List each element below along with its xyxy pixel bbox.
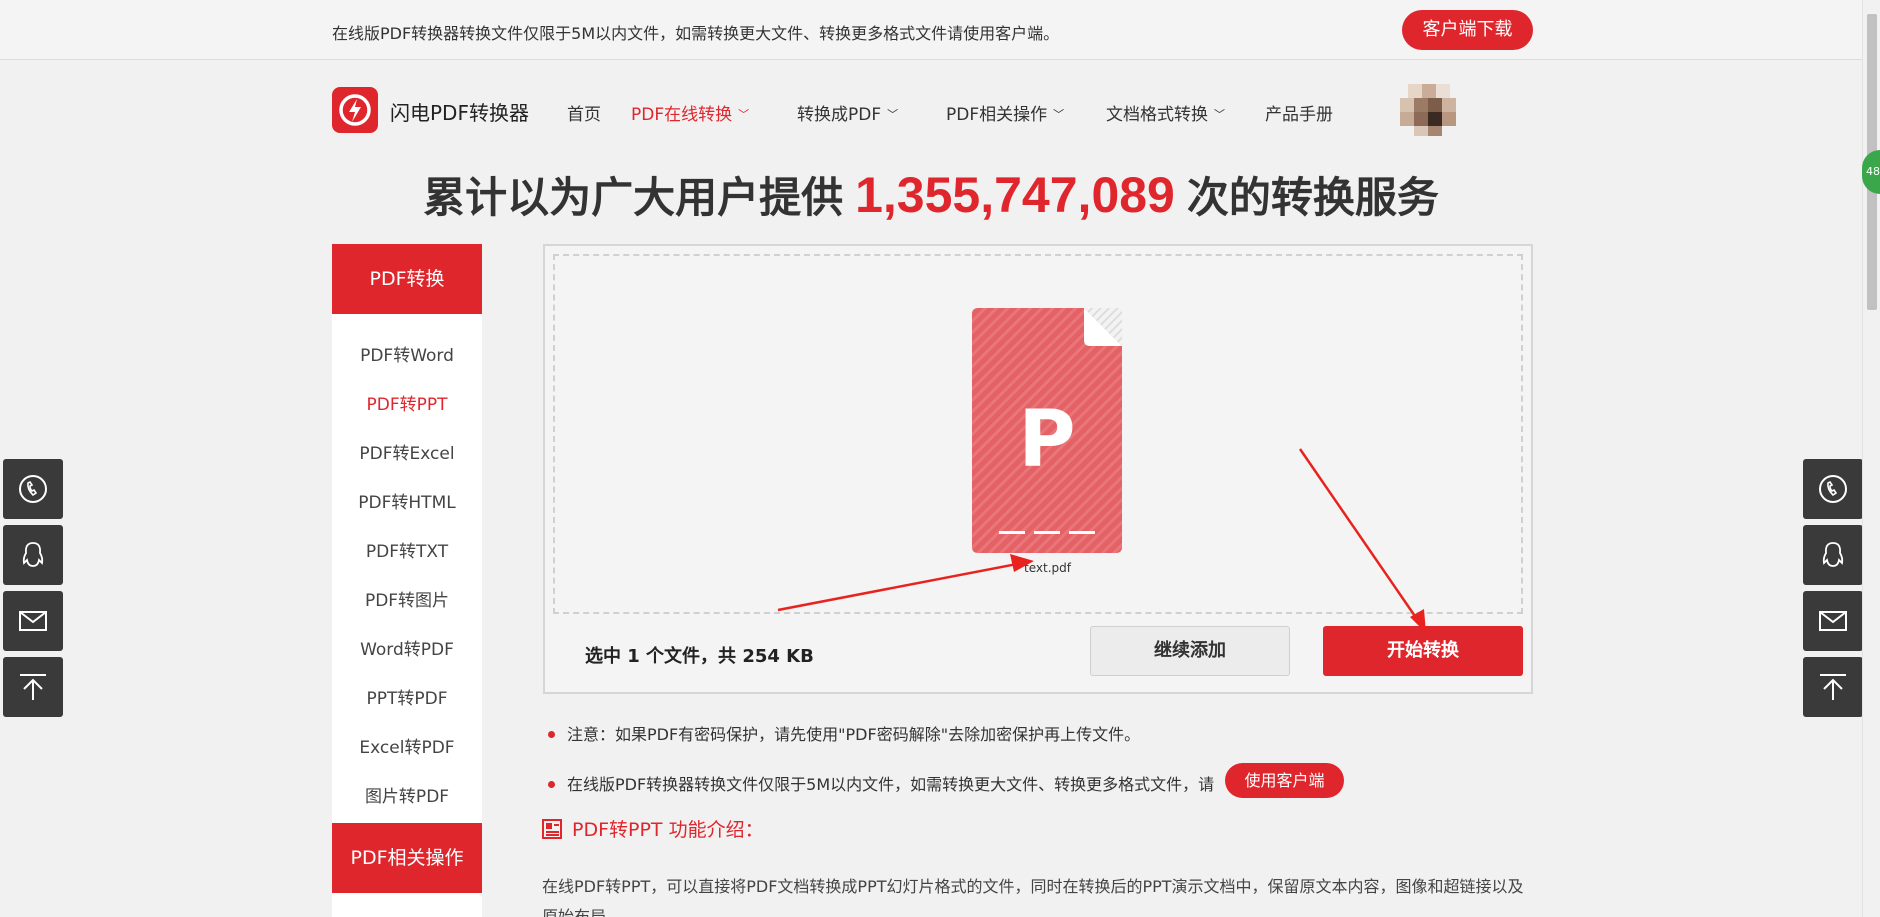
feature-intro-title-text: PDF转PPT 功能介绍： [572,819,764,841]
nav-to-pdf[interactable]: 转换成PDF ﹀ [797,100,898,125]
pdf-file-icon[interactable]: P [972,308,1122,553]
nav-pdf-online-label: PDF在线转换 [631,105,733,125]
left-float-toolbar [3,459,63,723]
phone-icon [1819,475,1847,503]
sidebar-section-pdf-ops[interactable]: PDF相关操作 [332,823,482,893]
nav-pdf-online[interactable]: PDF在线转换 ﹀ [631,100,749,125]
feature-intro-text: 在线PDF转PPT，可以直接将PDF文档转换成PPT幻灯片格式的文件，同时在转换… [542,877,1524,917]
file-letter: P [1018,395,1075,485]
top-notice-text: 在线版PDF转换器转换文件仅限于5M以内文件，如需转换更大文件、转换更多格式文件… [332,24,1060,43]
top-notice-bar: 在线版PDF转换器转换文件仅限于5M以内文件，如需转换更大文件、转换更多格式文件… [0,0,1862,60]
size-limit-note: 在线版PDF转换器转换文件仅限于5M以内文件，如需转换更大文件、转换更多格式文件… [548,771,1214,795]
sidebar-item-image-to-pdf[interactable]: 图片转PDF [332,773,482,822]
chevron-down-icon: ﹀ [1053,108,1065,121]
size-limit-note-text: 在线版PDF转换器转换文件仅限于5M以内文件，如需转换更大文件、转换更多格式文件… [567,775,1215,794]
sidebar-item-ppt-to-pdf[interactable]: PPT转PDF [332,675,482,724]
password-note: 注意：如果PDF有密码保护，请先使用"PDF密码解除"去除加密保护再上传文件。 [548,721,1140,745]
chevron-down-icon: ﹀ [1214,108,1225,121]
phone-icon [19,475,47,503]
nav-doc-format-label: 文档格式转换 [1106,105,1208,125]
stats-prefix: 累计以为广大用户提供 [423,173,844,222]
feature-intro-title: PDF转PPT 功能介绍： [542,815,764,842]
back-to-top-icon [1820,674,1846,700]
qq-icon [1822,542,1844,567]
sidebar: PDF转换 PDF转Word PDF转PPT PDF转Excel PDF转HTM… [332,244,482,917]
sidebar-item-pdf-to-txt[interactable]: PDF转TXT [332,528,482,577]
upload-panel: P text.pdf 选中 1 个文件，共 254 KB 继续添加 开始转换 [543,244,1533,694]
back-to-top-icon [20,674,46,700]
client-download-button[interactable]: 客户端下载 [1402,10,1533,50]
sidebar-item-excel-to-pdf[interactable]: Excel转PDF [332,724,482,773]
page-scrollbar[interactable] [1862,0,1880,917]
file-dropzone[interactable]: P text.pdf [553,254,1523,614]
password-note-text: 注意：如果PDF有密码保护，请先使用"PDF密码解除"去除加密保护再上传文件。 [567,725,1141,744]
bullet-dot [548,781,555,788]
nav-manual[interactable]: 产品手册 [1265,100,1333,125]
nav-home[interactable]: 首页 [567,100,601,125]
mail-button[interactable] [3,591,63,651]
sidebar-item-word-to-pdf[interactable]: Word转PDF [332,626,482,675]
back-to-top-button[interactable] [1803,657,1863,717]
selected-summary: 选中 1 个文件，共 254 KB [585,646,814,667]
add-more-button[interactable]: 继续添加 [1090,626,1290,676]
phone-button[interactable] [3,459,63,519]
qq-button[interactable] [3,525,63,585]
avatar[interactable] [1398,80,1460,138]
nav-to-pdf-label: 转换成PDF [797,105,882,125]
chevron-down-icon: ﹀ [887,108,899,121]
mail-icon [19,611,47,631]
logo-icon[interactable] [332,87,378,133]
right-float-toolbar [1803,459,1863,723]
mail-button[interactable] [1803,591,1863,651]
stats-suffix: 次的转换服务 [1186,173,1439,222]
nav-doc-format[interactable]: 文档格式转换 ﹀ [1106,100,1225,125]
sidebar-item-pdf-to-excel[interactable]: PDF转Excel [332,430,482,479]
sidebar-section-pdf-convert[interactable]: PDF转换 [332,244,482,314]
bullet-dot [548,731,555,738]
back-to-top-button[interactable] [3,657,63,717]
nav-manual-label: 产品手册 [1265,105,1333,125]
sidebar-item-pdf-to-image[interactable]: PDF转图片 [332,577,482,626]
use-client-button[interactable]: 使用客户端 [1225,763,1344,798]
chevron-down-icon: ﹀ [738,108,750,121]
qq-icon [22,542,44,567]
phone-button[interactable] [1803,459,1863,519]
nav-home-label: 首页 [567,105,601,125]
sidebar-item-pdf-to-html[interactable]: PDF转HTML [332,479,482,528]
conversion-stats: 累计以为广大用户提供 1,355,747,089 次的转换服务 [0,164,1862,225]
start-convert-button[interactable]: 开始转换 [1323,626,1523,676]
main-nav: 闪电PDF转换器 首页 PDF在线转换 ﹀ 转换成PDF ﹀ PDF相关操作 ﹀ 文档… [0,60,1862,160]
file-name: text.pdf [1024,561,1071,575]
nav-pdf-ops[interactable]: PDF相关操作 ﹀ [946,100,1064,125]
mail-icon [1819,611,1847,631]
stats-count: 1,355,747,089 [855,167,1175,223]
sidebar-item-pdf-to-word[interactable]: PDF转Word [332,332,482,381]
nav-pdf-ops-label: PDF相关操作 [946,105,1048,125]
qq-button[interactable] [1803,525,1863,585]
logo-text[interactable]: 闪电PDF转换器 [390,97,529,126]
sidebar-list: PDF转Word PDF转PPT PDF转Excel PDF转HTML PDF转… [332,314,482,822]
document-icon [542,819,562,839]
sidebar-item-pdf-to-ppt[interactable]: PDF转PPT [332,381,482,430]
